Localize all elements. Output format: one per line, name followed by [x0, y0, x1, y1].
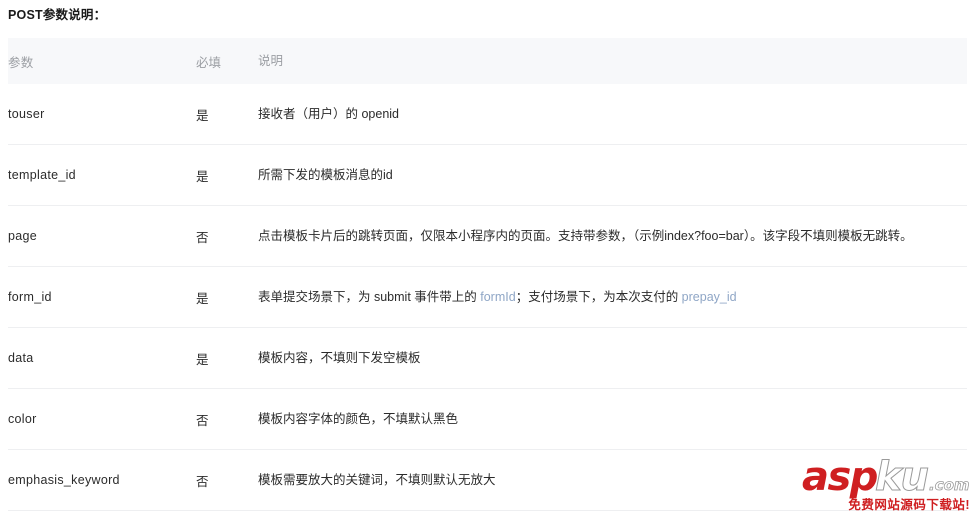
- table-row: touser 是接收者（用户）的 openid: [8, 84, 967, 145]
- cell-required: 否: [196, 449, 258, 511]
- table-header-row: 参数 必填 说明: [8, 38, 967, 84]
- cell-param-name: emphasis_keyword: [8, 449, 196, 511]
- description-text: 模板内容字体的颜色，不填默认黑色: [258, 412, 459, 426]
- column-header-required: 必填: [196, 38, 258, 84]
- cell-param-name: touser: [8, 84, 196, 145]
- cell-description: 模板需要放大的关键词，不填则默认无放大: [258, 449, 967, 511]
- cell-param-name: data: [8, 327, 196, 389]
- description-text: ；支付场景下，为本次支付的: [515, 290, 682, 304]
- table-row: page 否点击模板卡片后的跳转页面，仅限本小程序内的页面。支持带参数，（示例in…: [8, 205, 967, 267]
- description-text: 模板内容，不填则下发空模板: [258, 351, 421, 365]
- table-row: form_id 是表单提交场景下，为 submit 事件带上的 formId；支付…: [8, 266, 967, 328]
- cell-required: 是: [196, 266, 258, 328]
- cell-required: 是: [196, 84, 258, 145]
- cell-param-name: form_id: [8, 266, 196, 328]
- description-text: 点击模板卡片后的跳转页面，仅限本小程序内的页面。支持带参数，（示例index?f…: [258, 229, 913, 243]
- description-text: 所需下发的模板消息的id: [258, 168, 393, 182]
- post-parameter-table: 参数 必填 说明 touser 是接收者（用户）的 openid template_…: [8, 38, 967, 511]
- description-text: 模板需要放大的关键词，不填则默认无放大: [258, 473, 496, 487]
- table-row: data 是模板内容，不填则下发空模板: [8, 327, 967, 389]
- table-row: emphasis_keyword 否模板需要放大的关键词，不填则默认无放大: [8, 449, 967, 511]
- cell-description: 模板内容字体的颜色，不填默认黑色: [258, 388, 967, 450]
- table-header: 参数 必填 说明: [8, 38, 967, 84]
- cell-description: 接收者（用户）的 openid: [258, 84, 967, 145]
- description-link[interactable]: formId: [480, 290, 515, 304]
- table-body: touser 是接收者（用户）的 openid template_id 是所需下发的模…: [8, 84, 967, 511]
- cell-description: 模板内容，不填则下发空模板: [258, 327, 967, 389]
- table-row: template_id 是所需下发的模板消息的id: [8, 144, 967, 206]
- cell-param-name: color: [8, 388, 196, 450]
- table-row: color 否模板内容字体的颜色，不填默认黑色: [8, 388, 967, 450]
- cell-required: 否: [196, 205, 258, 267]
- description-link[interactable]: prepay_id: [682, 290, 737, 304]
- page-title: POST参数说明：: [8, 8, 107, 22]
- cell-required: 是: [196, 144, 258, 206]
- param-table-container: 参数 必填 说明 touser 是接收者（用户）的 openid template_…: [8, 38, 967, 511]
- cell-required: 是: [196, 327, 258, 389]
- cell-required: 否: [196, 388, 258, 450]
- cell-description: 点击模板卡片后的跳转页面，仅限本小程序内的页面。支持带参数，（示例index?f…: [258, 205, 967, 267]
- cell-param-name: page: [8, 205, 196, 267]
- description-text: 接收者（用户）的 openid: [258, 107, 400, 121]
- cell-description: 表单提交场景下，为 submit 事件带上的 formId；支付场景下，为本次支…: [258, 266, 967, 328]
- cell-description: 所需下发的模板消息的id: [258, 144, 967, 206]
- description-text: 表单提交场景下，为 submit 事件带上的: [258, 290, 481, 304]
- cell-param-name: template_id: [8, 144, 196, 206]
- column-header-description: 说明: [258, 38, 967, 84]
- column-header-param: 参数: [8, 38, 196, 84]
